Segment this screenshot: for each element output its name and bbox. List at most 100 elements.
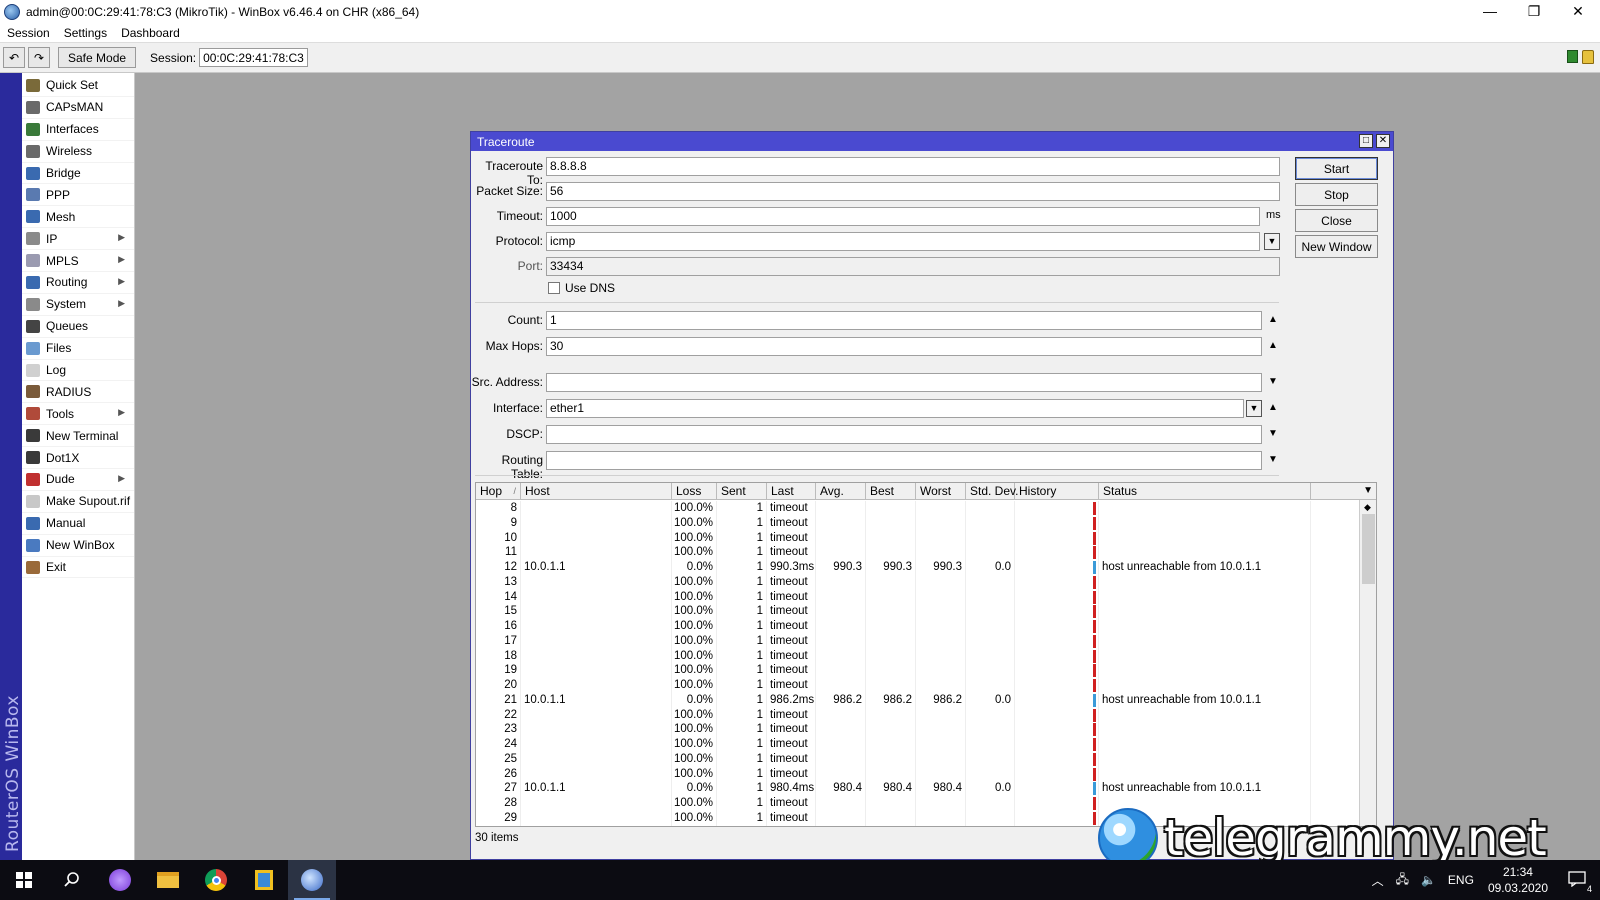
close-button[interactable]: Close <box>1295 209 1378 232</box>
interface-collapse-icon[interactable]: ▲ <box>1268 402 1278 413</box>
table-row[interactable]: 13 100.0% 1 timeout <box>476 574 1360 590</box>
column-header-host[interactable]: Host <box>521 483 672 500</box>
sidebar-item-queues[interactable]: Queues <box>22 316 134 338</box>
notes-app-icon[interactable] <box>240 860 288 900</box>
new-window-button[interactable]: New Window <box>1295 235 1378 258</box>
minimize-button[interactable]: — <box>1468 0 1512 24</box>
language-indicator[interactable]: ENG <box>1448 873 1474 887</box>
sidebar-item-quick-set[interactable]: Quick Set <box>22 75 134 97</box>
table-row[interactable]: 12 10.0.1.1 0.0% 1 990.3ms 990.3 990.3 990.3 0.0… <box>476 560 1360 575</box>
column-header-status[interactable]: Status <box>1099 483 1311 500</box>
sidebar-item-new-winbox[interactable]: New WinBox <box>22 535 134 557</box>
table-row[interactable]: 17 100.0% 1 timeout <box>476 633 1360 649</box>
traceroute-to-input[interactable]: 8.8.8.8 <box>546 157 1280 176</box>
column-header-hop[interactable]: Hop / <box>476 483 521 500</box>
table-row[interactable]: 19 100.0% 1 timeout <box>476 663 1360 679</box>
timeout-input[interactable]: 1000 <box>546 207 1260 226</box>
routing-table-input[interactable] <box>546 451 1262 470</box>
table-row[interactable]: 8 100.0% 1 timeout <box>476 501 1360 516</box>
table-row[interactable]: 22 100.0% 1 timeout <box>476 707 1360 723</box>
column-header-last[interactable]: Last <box>767 483 816 500</box>
menu-settings[interactable]: Settings <box>57 26 114 40</box>
safe-mode-button[interactable]: Safe Mode <box>58 47 137 68</box>
sidebar-item-log[interactable]: Log <box>22 360 134 382</box>
column-header-loss[interactable]: Loss <box>672 483 717 500</box>
sidebar-item-mpls[interactable]: MPLS ▶ <box>22 250 134 273</box>
interface-select[interactable]: ether1 <box>546 399 1244 418</box>
scroll-thumb[interactable] <box>1362 514 1375 584</box>
table-row[interactable]: 24 100.0% 1 timeout <box>476 737 1360 752</box>
table-row[interactable]: 9 100.0% 1 timeout <box>476 515 1360 531</box>
count-input[interactable]: 1 <box>546 311 1262 330</box>
table-row[interactable]: 20 100.0% 1 timeout <box>476 678 1360 693</box>
network-icon[interactable]: 🖧 <box>1396 870 1409 891</box>
sidebar-item-wireless[interactable]: Wireless <box>22 141 134 163</box>
table-row[interactable]: 18 100.0% 1 timeout <box>476 648 1360 664</box>
traceroute-title-bar[interactable]: Traceroute □ ✕ <box>471 132 1393 151</box>
sidebar-item-ip[interactable]: IP ▶ <box>22 228 134 251</box>
chrome-icon[interactable] <box>192 860 240 900</box>
winbox-taskbar-icon[interactable] <box>288 860 336 900</box>
column-header-best[interactable]: Best <box>866 483 916 500</box>
windows-start-icon[interactable] <box>0 860 48 900</box>
sidebar-item-exit[interactable]: Exit <box>22 557 134 579</box>
sidebar-item-make-supout-rif[interactable]: Make Supout.rif <box>22 491 134 513</box>
close-window-button[interactable]: ✕ <box>1556 0 1600 24</box>
sidebar-item-bridge[interactable]: Bridge <box>22 163 134 185</box>
table-row[interactable]: 11 100.0% 1 timeout <box>476 545 1360 561</box>
column-header-avg[interactable]: Avg. <box>816 483 866 500</box>
src-address-dropdown-icon[interactable]: ▼ <box>1268 376 1278 387</box>
file-explorer-icon[interactable] <box>144 860 192 900</box>
use-dns-checkbox[interactable] <box>548 282 560 294</box>
sidebar-item-radius[interactable]: RADIUS <box>22 381 134 404</box>
undo-button[interactable]: ↶ <box>3 47 25 68</box>
sidebar-item-capsman[interactable]: CAPsMAN <box>22 97 134 119</box>
table-row[interactable]: 16 100.0% 1 timeout <box>476 619 1360 634</box>
start-button[interactable]: Start <box>1295 157 1378 180</box>
table-row[interactable]: 23 100.0% 1 timeout <box>476 722 1360 738</box>
menu-dashboard[interactable]: Dashboard <box>114 26 187 40</box>
sidebar-item-tools[interactable]: Tools ▶ <box>22 403 134 426</box>
close-icon[interactable]: ✕ <box>1376 134 1390 148</box>
routing-table-dropdown-icon[interactable]: ▼ <box>1268 454 1278 465</box>
sidebar-item-files[interactable]: Files <box>22 338 134 360</box>
menu-session[interactable]: Session <box>0 26 57 40</box>
clock[interactable]: 21:34 09.03.2020 <box>1488 864 1548 896</box>
packet-size-input[interactable]: 56 <box>546 182 1280 201</box>
sidebar-item-interfaces[interactable]: Interfaces <box>22 119 134 141</box>
dscp-input[interactable] <box>546 425 1262 444</box>
table-row[interactable]: 26 100.0% 1 timeout <box>476 766 1360 782</box>
dscp-dropdown-icon[interactable]: ▼ <box>1268 428 1278 439</box>
search-icon[interactable] <box>48 860 96 900</box>
column-header-sent[interactable]: Sent <box>717 483 767 500</box>
sidebar-item-mesh[interactable]: Mesh <box>22 206 134 229</box>
sidebar-item-ppp[interactable]: PPP <box>22 184 134 207</box>
column-header-worst[interactable]: Worst <box>916 483 966 500</box>
chevron-up-icon[interactable]: ︿ <box>1372 872 1384 889</box>
assistant-icon[interactable] <box>96 860 144 900</box>
max-hops-input[interactable]: 30 <box>546 337 1262 356</box>
table-row[interactable]: 14 100.0% 1 timeout <box>476 589 1360 605</box>
column-header-hist[interactable]: History <box>1015 483 1099 500</box>
sidebar-item-manual[interactable]: Manual <box>22 513 134 535</box>
table-row[interactable]: 10 100.0% 1 timeout <box>476 530 1360 546</box>
src-address-input[interactable] <box>546 373 1262 392</box>
column-header-stdev[interactable]: Std. Dev. <box>966 483 1018 500</box>
maximize-icon[interactable]: □ <box>1359 134 1373 148</box>
interface-dropdown-icon[interactable]: ▼ <box>1246 400 1262 417</box>
sidebar-item-dude[interactable]: Dude ▶ <box>22 469 134 491</box>
table-row[interactable]: 25 100.0% 1 timeout <box>476 751 1360 767</box>
sidebar-item-dot1x[interactable]: Dot1X <box>22 447 134 470</box>
table-row[interactable]: 27 10.0.1.1 0.0% 1 980.4ms 980.4 980.4 980.4 0.0… <box>476 781 1360 797</box>
sidebar-item-routing[interactable]: Routing ▶ <box>22 272 134 294</box>
max-hops-collapse-icon[interactable]: ▲ <box>1268 340 1278 351</box>
restore-button[interactable]: ❐ <box>1512 0 1556 24</box>
sidebar-item-system[interactable]: System ▶ <box>22 294 134 316</box>
volume-icon[interactable]: 🔈 <box>1421 873 1436 887</box>
notification-center-icon[interactable]: 4 <box>1568 870 1592 894</box>
vertical-scrollbar[interactable]: ◆ <box>1359 500 1376 826</box>
table-row[interactable]: 21 10.0.1.1 0.0% 1 986.2ms 986.2 986.2 986.2 0.0… <box>476 692 1360 708</box>
scroll-up-icon[interactable]: ◆ <box>1364 502 1371 513</box>
protocol-select[interactable]: icmp <box>546 232 1260 251</box>
sidebar-item-new-terminal[interactable]: New Terminal <box>22 425 134 448</box>
